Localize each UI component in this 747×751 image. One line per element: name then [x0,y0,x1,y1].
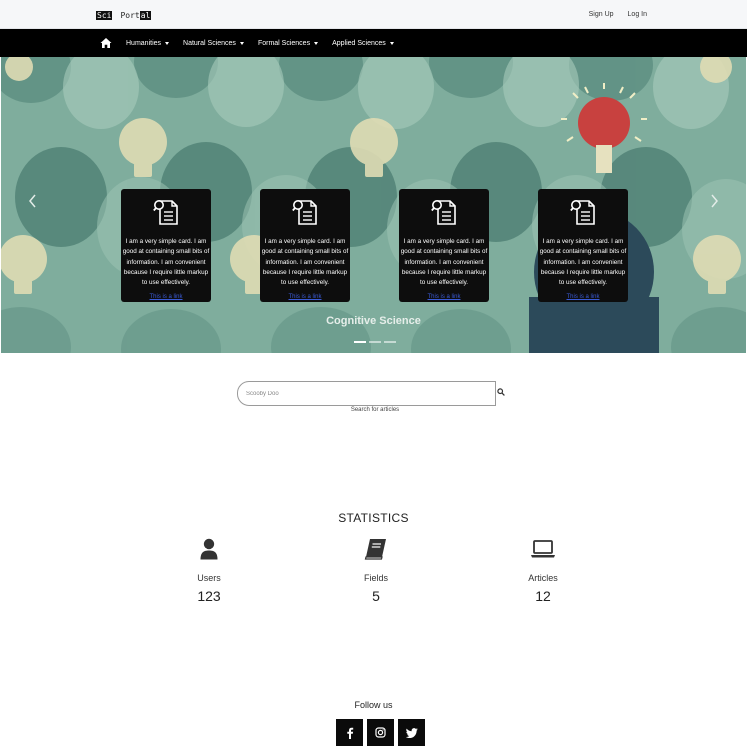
facebook-icon [346,727,353,739]
stat-value: 5 [372,588,380,604]
info-card: I am a very simple card. I am good at co… [399,189,489,302]
card-link[interactable]: This is a link [260,294,350,300]
document-search-icon [570,200,595,225]
stat-value: 12 [535,588,551,604]
brand-logo[interactable]: Sci Portal [96,10,152,20]
nav-item-label: Formal Sciences [257,39,311,47]
document-search-icon [292,200,317,225]
caret-down-icon [165,41,170,45]
main-nav: Humanities Natural Sciences Formal Scien… [0,29,747,57]
carousel-indicator[interactable] [354,341,366,343]
card-link[interactable]: This is a link [399,294,489,300]
carousel-indicator[interactable] [369,341,381,343]
book-icon [364,539,386,560]
card-link[interactable]: This is a link [121,294,211,300]
nav-item-label: Humanities [126,39,162,47]
statistics-title: STATISTICS [338,511,409,525]
search-box [237,381,496,406]
carousel-next-button[interactable] [708,193,722,215]
carousel-indicator[interactable] [384,341,396,343]
twitter-icon [405,727,418,738]
stat-label: Fields [363,573,388,583]
auth-links: Sign Up Log In [589,11,647,18]
home-icon[interactable] [100,37,112,49]
card-text: I am a very simple card. I am good at co… [261,238,349,287]
nav-item-label: Applied Sciences [332,39,386,47]
info-card: I am a very simple card. I am good at co… [121,189,211,302]
search-help-text: Search for articles [350,407,400,413]
card-link[interactable]: This is a link [538,294,628,300]
carousel-prev-button[interactable] [25,193,39,215]
stat-fields: Fields 5 [316,538,436,604]
chevron-left-icon [29,194,36,208]
nav-item-label: Natural Sciences [183,39,236,47]
brand-text-right-a: Port [120,10,140,20]
social-links [336,719,425,746]
chevron-right-icon [711,194,718,208]
caret-down-icon [314,41,319,45]
card-text: I am a very simple card. I am good at co… [539,238,627,287]
caret-down-icon [239,41,244,45]
nav-item-humanities[interactable]: Humanities [126,39,170,47]
brand-text-right-b: al [139,10,152,20]
document-search-icon [153,200,178,225]
stat-label: Articles [528,573,558,583]
nav-menu: Humanities Natural Sciences Formal Scien… [126,29,394,57]
log-in-link[interactable]: Log In [628,11,647,18]
sign-up-link[interactable]: Sign Up [589,11,614,18]
brand-text-left: Sci [96,10,113,20]
twitter-button[interactable] [398,719,425,746]
facebook-button[interactable] [336,719,363,746]
info-card: I am a very simple card. I am good at co… [538,189,628,302]
carousel-indicators [354,341,396,343]
instagram-button[interactable] [367,719,394,746]
info-card: I am a very simple card. I am good at co… [260,189,350,302]
user-icon [200,538,218,560]
caret-down-icon [389,41,394,45]
stat-label: Users [197,573,221,583]
instagram-icon [375,727,386,738]
nav-item-formal-sciences[interactable]: Formal Sciences [257,39,319,47]
document-search-icon [431,200,456,225]
card-text: I am a very simple card. I am good at co… [122,238,210,287]
carousel-caption: Cognitive Science [326,315,421,327]
top-header: Sci Portal Sign Up Log In [0,0,747,29]
stat-articles: Articles 12 [483,538,603,604]
nav-item-applied-sciences[interactable]: Applied Sciences [332,40,394,47]
stat-users: Users 123 [149,538,269,604]
card-text: I am a very simple card. I am good at co… [400,238,488,287]
nav-item-natural-sciences[interactable]: Natural Sciences [183,40,244,47]
follow-us-label: Follow us [354,700,393,710]
hero-carousel: I am a very simple card. I am good at co… [1,57,746,353]
stat-value: 123 [197,588,221,604]
search-icon[interactable] [497,388,505,396]
search-input[interactable] [238,382,495,406]
laptop-icon [531,540,555,558]
card-row: I am a very simple card. I am good at co… [121,189,628,302]
